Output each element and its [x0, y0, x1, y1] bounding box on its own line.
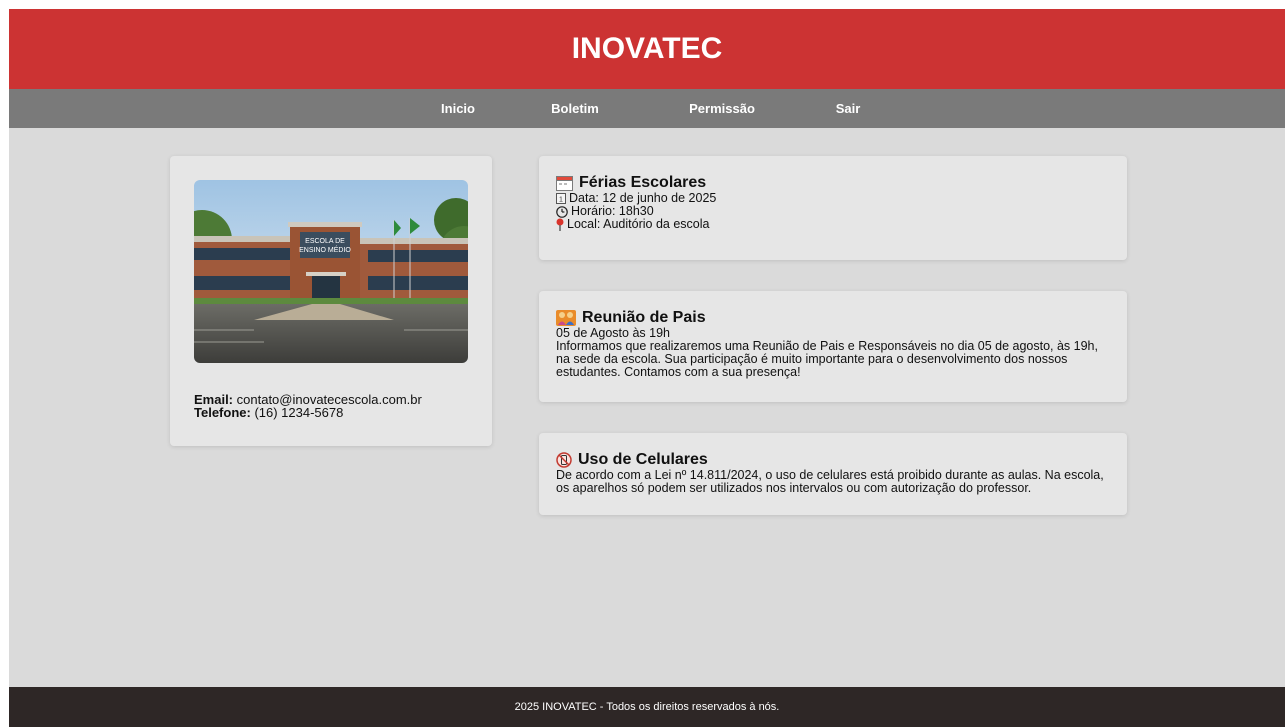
- event-description: Informamos que realizaremos uma Reunião …: [556, 339, 1098, 379]
- event-place-line: Local: Auditório da escola: [556, 218, 1096, 231]
- event-title-reuniao: Reunião de Pais: [556, 309, 1101, 327]
- calendar-icon: [556, 175, 573, 191]
- main-nav: Inicio Boletim Permissão Sair: [9, 89, 1285, 128]
- clock-icon: [556, 205, 568, 218]
- school-building-photo: ESCOLA DE ENSINO MÉDIO: [194, 180, 468, 363]
- school-info-card: ESCOLA DE ENSINO MÉDIO Email: contato@in…: [170, 156, 492, 446]
- event-place: Local: Auditório da escola: [567, 217, 710, 231]
- event-title-text: Férias Escolares: [579, 174, 707, 191]
- pin-icon: [556, 218, 564, 231]
- event-card-celulares: Uso de Celulares De acordo com a Lei nº …: [539, 433, 1127, 515]
- no-phone-icon: [556, 452, 572, 468]
- event-title-text: Uso de Celulares: [578, 451, 708, 468]
- event-card-reuniao: Reunião de Pais 05 de Agosto às 19h Info…: [539, 291, 1127, 402]
- nav-link-inicio[interactable]: Inicio: [441, 89, 475, 128]
- svg-text:1: 1: [559, 197, 563, 204]
- contact-info: Email: contato@inovatecescola.com.br Tel…: [194, 393, 422, 419]
- event-title-celulares: Uso de Celulares: [556, 451, 1116, 469]
- event-card-ferias: Férias Escolares 1 Data: 12 de junho de …: [539, 156, 1127, 260]
- phone-line: Telefone: (16) 1234-5678: [194, 406, 422, 419]
- sign-line-2: ENSINO MÉDIO: [299, 245, 351, 254]
- site-footer: 2025 INOVATEC - Todos os direitos reserv…: [9, 687, 1285, 727]
- event-title-text: Reunião de Pais: [582, 309, 706, 326]
- nav-link-permissao[interactable]: Permissão: [689, 89, 755, 128]
- date-icon: 1: [556, 193, 566, 204]
- page: INOVATEC Inicio Boletim Permissão Sair E…: [9, 9, 1285, 727]
- footer-text: 2025 INOVATEC - Todos os direitos reserv…: [514, 701, 780, 713]
- phone-label: Telefone:: [194, 405, 251, 420]
- site-title: INOVATEC: [571, 32, 723, 65]
- event-title-ferias: Férias Escolares: [556, 174, 1096, 192]
- nav-link-sair[interactable]: Sair: [836, 89, 861, 128]
- phone-value: (16) 1234-5678: [254, 405, 344, 420]
- nav-link-boletim[interactable]: Boletim: [551, 89, 599, 128]
- family-icon: [556, 310, 576, 326]
- sign-line-1: ESCOLA DE: [305, 238, 345, 245]
- site-header: INOVATEC: [9, 9, 1285, 89]
- event-description: De acordo com a Lei nº 14.811/2024, o us…: [556, 468, 1104, 495]
